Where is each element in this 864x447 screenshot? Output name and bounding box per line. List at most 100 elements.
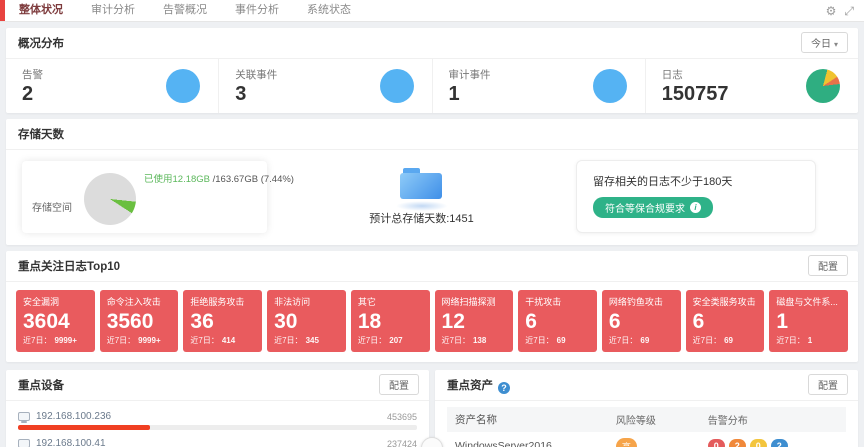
devices-config-button[interactable]: 配置 [379, 374, 419, 395]
stat-logs[interactable]: 日志 150757 [646, 59, 858, 113]
alert-badge-critical: 0 [708, 439, 725, 447]
storage-used-text: 已使用12.18GB [144, 174, 210, 185]
log-card-name: 网络钓鱼攻击 [609, 295, 674, 308]
alert-badge-low: 2 [771, 439, 788, 447]
top-logs-section: 重点关注日志Top10 配置 安全漏洞 3604 近7日：9999+ 命令注入攻… [6, 251, 858, 362]
recent-value: 9999+ [54, 336, 76, 345]
stat-label: 关联事件 [235, 67, 277, 82]
recent-label: 近7日： [525, 336, 553, 345]
log-card-name: 安全类服务攻击 [693, 295, 758, 308]
recent-value: 69 [557, 336, 566, 345]
log-card[interactable]: 其它 18 近7日：207 [351, 290, 430, 352]
recent-label: 近7日： [23, 336, 51, 345]
tab-audit-analysis[interactable]: 审计分析 [77, 0, 149, 21]
device-count: 237424 [387, 439, 417, 447]
top-tab-bar: 整体状况 审计分析 告警概况 事件分析 系统状态 ⚙ ⤢ [0, 0, 864, 22]
top-logs-title: 重点关注日志Top10 [18, 261, 120, 273]
stat-correlated-events[interactable]: 关联事件 3 [219, 59, 432, 113]
asset-table-header: 资产名称 风险等级 告警分布 [447, 407, 846, 432]
device-bar [18, 425, 417, 430]
asset-name: WindowsServer2016 [455, 440, 616, 447]
log-card[interactable]: 网络扫描探测 12 近7日：138 [435, 290, 514, 352]
assets-config-button[interactable]: 配置 [808, 374, 848, 395]
compliance-badge-button[interactable]: 符合等保合规要求 i [593, 197, 713, 218]
log-card[interactable]: 网络钓鱼攻击 6 近7日：69 [602, 290, 681, 352]
assets-section: 重点资产? 配置 资产名称 风险等级 告警分布 WindowsServer201… [435, 370, 858, 447]
risk-badge: 高 [616, 438, 637, 447]
storage-total-text: /163.67GB (7.44%) [210, 174, 294, 185]
folder-icon [400, 168, 444, 202]
alerts-circle-icon [166, 69, 200, 103]
gear-icon[interactable]: ⚙ [826, 4, 837, 18]
col-header-name: 资产名称 [455, 412, 616, 427]
recent-label: 近7日： [190, 336, 218, 345]
log-card-name: 其它 [358, 295, 423, 308]
device-row[interactable]: 192.168.100.236 453695 [18, 405, 417, 432]
log-card[interactable]: 非法访问 30 近7日：345 [267, 290, 346, 352]
monitor-icon [18, 439, 30, 447]
col-header-alerts: 告警分布 [708, 412, 838, 427]
recent-label: 近7日： [442, 336, 470, 345]
stat-audit-events[interactable]: 审计事件 1 [433, 59, 646, 113]
stat-alerts[interactable]: 告警 2 [6, 59, 219, 113]
device-row[interactable]: 192.168.100.41 237424 [18, 432, 417, 447]
log-card-name: 干扰攻击 [525, 295, 590, 308]
recent-label: 近7日： [274, 336, 302, 345]
compliance-badge-label: 符合等保合规要求 [605, 200, 685, 215]
storage-section: 存储天数 存储空间 已使用12.18GB /163.67GB (7.44%) 预… [6, 119, 858, 245]
tab-overall-status[interactable]: 整体状况 [5, 0, 77, 21]
compliance-note-card: 留存相关的日志不少于180天 符合等保合规要求 i [576, 160, 816, 233]
recent-value: 138 [473, 336, 486, 345]
log-card-value: 3604 [23, 311, 88, 333]
stat-value: 150757 [662, 84, 729, 105]
log-card-value: 1 [776, 311, 841, 333]
log-card-value: 36 [190, 311, 255, 333]
expand-icon[interactable]: ⤢ [844, 4, 854, 19]
top-logs-config-button[interactable]: 配置 [808, 255, 848, 276]
recent-value: 69 [640, 336, 649, 345]
log-card[interactable]: 命令注入攻击 3560 近7日：9999+ [100, 290, 179, 352]
logs-pie-chart [806, 69, 840, 103]
tab-system-status[interactable]: 系统状态 [293, 0, 365, 21]
log-card-value: 18 [358, 311, 423, 333]
tab-event-analysis[interactable]: 事件分析 [221, 0, 293, 21]
log-card-name: 拒绝服务攻击 [190, 295, 255, 308]
devices-section: 重点设备 配置 192.168.100.236 453695 192.168.1… [6, 370, 429, 447]
log-card-name: 非法访问 [274, 295, 339, 308]
recent-label: 近7日： [107, 336, 135, 345]
stat-value: 1 [449, 84, 491, 105]
recent-label: 近7日： [358, 336, 386, 345]
log-card-value: 6 [693, 311, 758, 333]
log-card-value: 6 [525, 311, 590, 333]
help-icon[interactable]: ? [498, 382, 510, 394]
storage-days-text: 预计总存储天数:1451 [369, 210, 474, 226]
log-card[interactable]: 安全类服务攻击 6 近7日：69 [686, 290, 765, 352]
recent-label: 近7日： [609, 336, 637, 345]
asset-row[interactable]: WindowsServer2016 高 0 2 0 2 [447, 432, 846, 447]
stat-value: 2 [22, 84, 43, 105]
tab-alert-overview[interactable]: 告警概况 [149, 0, 221, 21]
device-ip: 192.168.100.236 [36, 411, 387, 422]
log-card[interactable]: 拒绝服务攻击 36 近7日： 414 [183, 290, 262, 352]
recent-value: 9999+ [138, 336, 160, 345]
col-header-risk: 风险等级 [616, 412, 708, 427]
log-card[interactable]: 干扰攻击 6 近7日： 69 [518, 290, 597, 352]
assets-title: 重点资产 [447, 380, 493, 392]
storage-space-label: 存储空间 [32, 199, 72, 214]
log-card-name: 安全漏洞 [23, 295, 88, 308]
recent-value: 1 [808, 336, 812, 345]
period-dropdown[interactable]: 今日▾ [801, 32, 848, 53]
log-card-value: 12 [442, 311, 507, 333]
log-card-value: 6 [609, 311, 674, 333]
recent-value: 345 [306, 336, 319, 345]
info-icon: i [690, 202, 701, 213]
overview-section: 概况分布 今日▾ 告警 2 关联事件 3 审计事件 1 [6, 28, 858, 113]
log-card[interactable]: 安全漏洞 3604 近7日：9999+ [16, 290, 95, 352]
log-card-value: 3560 [107, 311, 172, 333]
stat-label: 审计事件 [449, 67, 491, 82]
recent-value: 414 [222, 336, 235, 345]
period-value: 今日 [811, 39, 831, 50]
recent-value: 69 [724, 336, 733, 345]
recent-label: 近7日： [693, 336, 721, 345]
log-card[interactable]: 磁盘与文件系... 1 近7日：1 [769, 290, 848, 352]
